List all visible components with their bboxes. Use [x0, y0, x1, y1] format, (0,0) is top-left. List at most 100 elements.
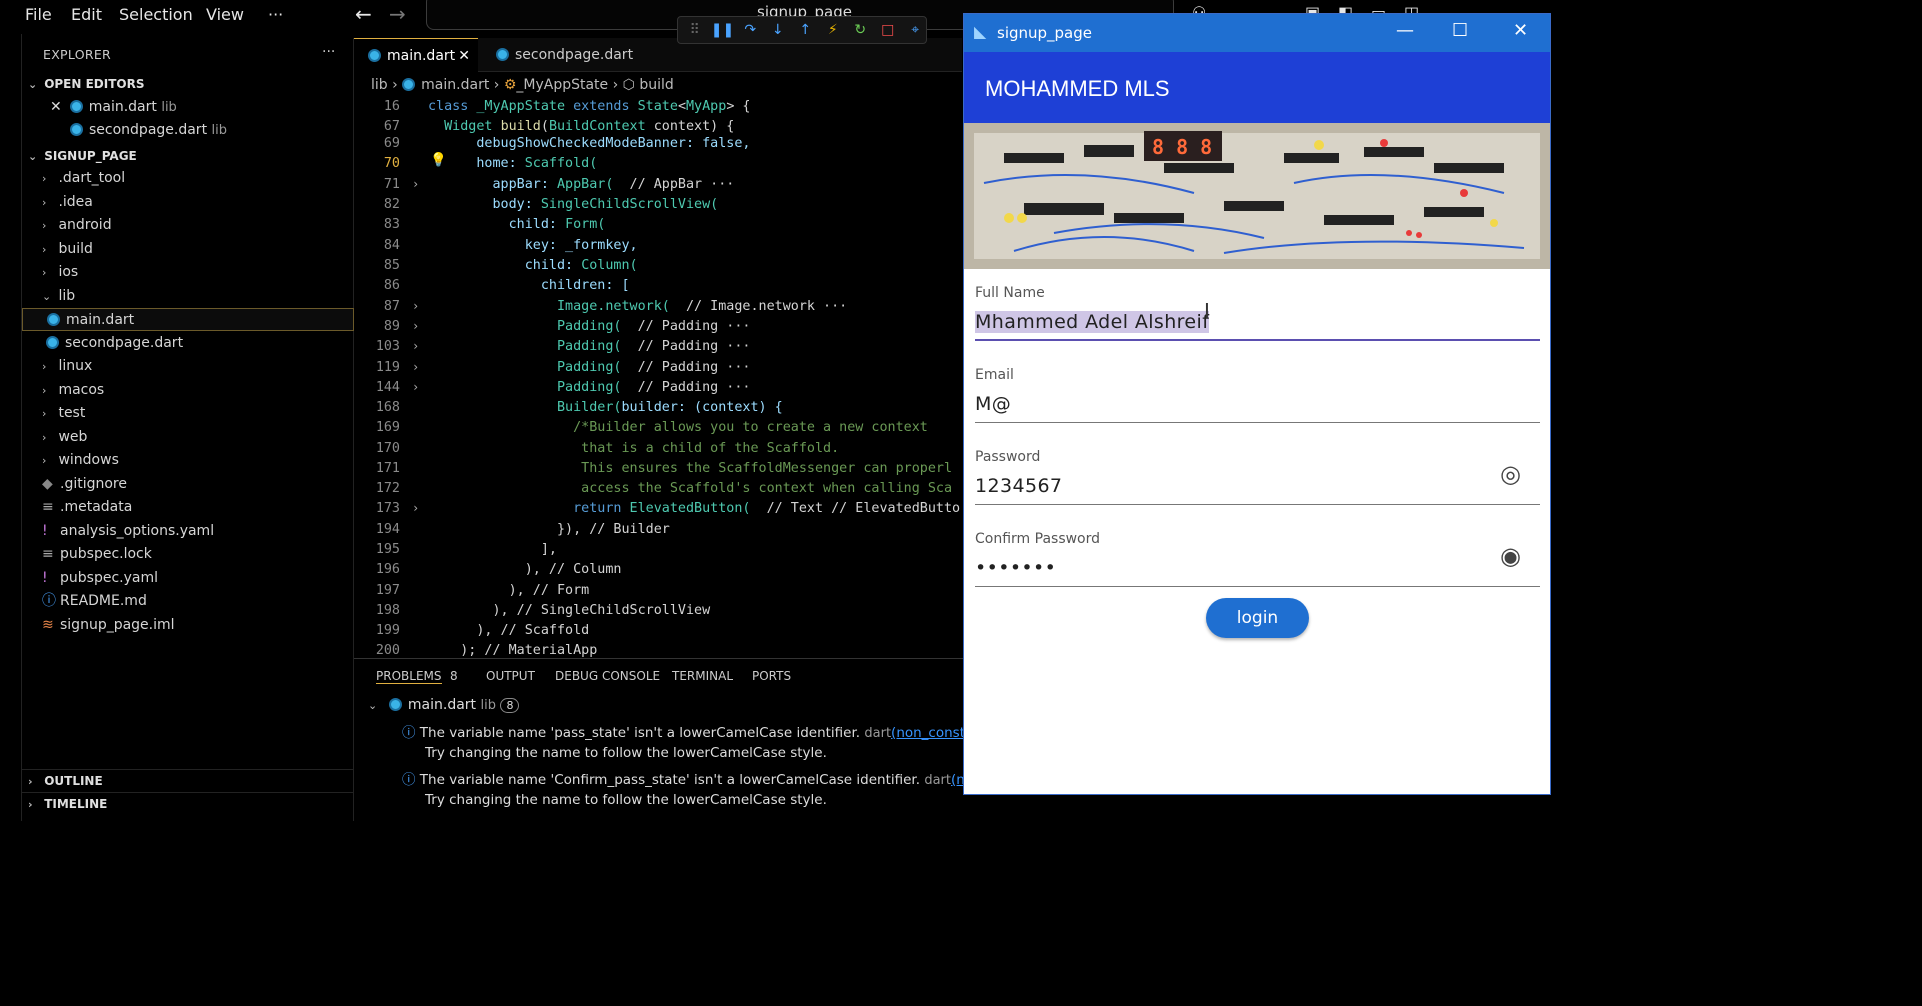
folder-item[interactable]: › windows [22, 449, 354, 472]
fold-chevron-icon[interactable]: › [412, 360, 419, 374]
close-icon[interactable]: ✕ [1513, 20, 1528, 41]
line-number: 200 [375, 643, 400, 657]
menu-selection[interactable]: Selection [119, 5, 193, 24]
outline-header[interactable]: › OUTLINE [22, 769, 354, 791]
drag-handle-icon[interactable]: ⠿ [684, 19, 706, 41]
folder-item[interactable]: › test [22, 402, 354, 425]
open-editor-second[interactable]: secondpage.dart lib [22, 119, 354, 142]
tab-debug-console[interactable]: DEBUG CONSOLE [555, 669, 660, 683]
file-item[interactable]: ◆ .gitignore [22, 473, 354, 496]
dart-icon [368, 49, 381, 62]
line-number: 103 [375, 339, 400, 354]
problem-group[interactable]: ⌄ main.dart lib 8 [368, 697, 520, 713]
inspect-icon[interactable]: ⌖ [905, 19, 927, 41]
folder-item[interactable]: › macos [22, 379, 354, 402]
menu-more[interactable]: ··· [268, 5, 283, 24]
fold-chevron-icon[interactable]: › [412, 177, 419, 191]
open-editor-main[interactable]: ✕ main.dart lib [22, 96, 354, 119]
more-actions-icon[interactable]: ··· [322, 44, 335, 60]
line-number: 70 [383, 156, 400, 171]
chevron-right-icon: › [42, 454, 47, 467]
folder-item[interactable]: › linux [22, 355, 354, 378]
item-label: test [58, 405, 86, 421]
file-item[interactable]: ≡ pubspec.lock [22, 543, 354, 566]
breadcrumb-lib[interactable]: lib [371, 77, 388, 93]
lightbulb-icon[interactable]: 💡 [430, 153, 447, 168]
close-icon[interactable]: ✕ [458, 39, 470, 73]
chevron-right-icon: › [42, 266, 47, 279]
chevron-right-icon: › [42, 172, 47, 185]
breadcrumb-method[interactable]: build [639, 77, 673, 93]
fold-chevron-icon[interactable]: › [412, 380, 419, 394]
file-item[interactable]: secondpage.dart [22, 332, 354, 355]
hot-reload-icon[interactable]: ⚡ [822, 19, 844, 41]
line-number: 119 [375, 360, 400, 375]
code-line: child: Form( [428, 217, 606, 232]
item-label: linux [58, 358, 93, 374]
code-line: appBar: AppBar( // AppBar ··· [428, 177, 735, 192]
tab-secondpage[interactable]: secondpage.dart [482, 38, 648, 72]
password-underline [975, 504, 1540, 505]
file-item[interactable]: ! analysis_options.yaml [22, 520, 354, 543]
timeline-header[interactable]: › TIMELINE [22, 792, 354, 814]
tab-main[interactable]: main.dart ✕ [354, 38, 478, 72]
close-icon[interactable]: ✕ [50, 99, 62, 115]
item-label: .dart_tool [58, 170, 126, 186]
fold-chevron-icon[interactable]: › [412, 299, 419, 313]
restart-icon[interactable]: ↻ [850, 19, 872, 41]
menu-edit[interactable]: Edit [71, 5, 102, 24]
folder-item[interactable]: › android [22, 214, 354, 237]
folder-item[interactable]: › web [22, 426, 354, 449]
item-label: signup_page.iml [60, 616, 175, 633]
tab-output[interactable]: OUTPUT [486, 669, 535, 683]
app-window: ◣ signup_page — ☐ ✕ MOHAMMED MLS 8 8 8 F [963, 13, 1551, 795]
step-into-icon[interactable]: ↓ [767, 19, 789, 41]
project-header[interactable]: ⌄ SIGNUP_PAGE [22, 145, 354, 167]
forward-arrow-icon[interactable]: → [389, 2, 406, 26]
problem-item[interactable]: ⓘ The variable name 'pass_state' isn't a… [402, 721, 1023, 741]
line-number: 196 [375, 562, 400, 577]
breadcrumb-class[interactable]: _MyAppState [516, 77, 608, 93]
folder-item[interactable]: › .idea [22, 191, 354, 214]
file-item[interactable]: ⓘ README.md [22, 590, 354, 613]
password-field[interactable]: 1234567 [975, 475, 1062, 497]
folder-item[interactable]: ⌄ lib [22, 285, 354, 308]
maximize-icon[interactable]: ☐ [1452, 20, 1468, 41]
pause-icon[interactable]: ❚❚ [711, 19, 734, 41]
login-button[interactable]: login [1206, 598, 1309, 638]
open-editors-header[interactable]: ⌄ OPEN EDITORS [22, 73, 354, 95]
menu-file[interactable]: File [25, 5, 52, 24]
tab-ports[interactable]: PORTS [752, 669, 791, 683]
tab-problems[interactable]: PROBLEMS [376, 669, 442, 684]
folder-item[interactable]: › ios [22, 261, 354, 284]
file-item[interactable]: ≋ signup_page.iml [22, 614, 354, 637]
file-item[interactable]: ! pubspec.yaml [22, 567, 354, 590]
folder-item[interactable]: › build [22, 238, 354, 261]
visibility-icon[interactable]: ◉ [1500, 542, 1521, 570]
file-item[interactable]: ≡ .metadata [22, 496, 354, 519]
step-over-icon[interactable]: ↷ [740, 19, 762, 41]
back-arrow-icon[interactable]: ← [355, 2, 372, 26]
debug-toolbar: ⠿ ❚❚ ↷ ↓ ↑ ⚡ ↻ □ ⌖ [677, 16, 927, 44]
line-number: 170 [375, 441, 400, 456]
file-item[interactable]: main.dart [22, 308, 354, 331]
menu-view[interactable]: View [206, 5, 244, 24]
window-titlebar[interactable]: ◣ signup_page — ☐ ✕ [964, 14, 1550, 52]
fold-chevron-icon[interactable]: › [412, 319, 419, 333]
fullname-field[interactable]: Mhammed Adel Alshreif [975, 311, 1210, 333]
minimize-icon[interactable]: — [1396, 20, 1414, 41]
breadboard-image: 8 8 8 [964, 123, 1550, 269]
confirm-password-field[interactable]: ••••••• [975, 557, 1056, 579]
fold-chevron-icon[interactable]: › [412, 339, 419, 353]
step-out-icon[interactable]: ↑ [795, 19, 817, 41]
folder-item[interactable]: › .dart_tool [22, 167, 354, 190]
problem-item[interactable]: ⓘ The variable name 'Confirm_pass_state'… [402, 768, 1020, 788]
code-editor[interactable]: 16 67 69 70 71 › 82 83 84 85 86 87 › 89 › 103 › 119 › 144 › 1… [354, 97, 962, 657]
stop-icon[interactable]: □ [877, 19, 899, 41]
breadcrumb-file[interactable]: main.dart [421, 77, 489, 93]
line-number: 69 [383, 136, 400, 151]
tab-terminal[interactable]: TERMINAL [672, 669, 733, 683]
fold-chevron-icon[interactable]: › [412, 501, 419, 515]
email-field[interactable]: M@ [975, 393, 1011, 415]
visibility-off-icon[interactable]: ◎ [1500, 460, 1521, 488]
